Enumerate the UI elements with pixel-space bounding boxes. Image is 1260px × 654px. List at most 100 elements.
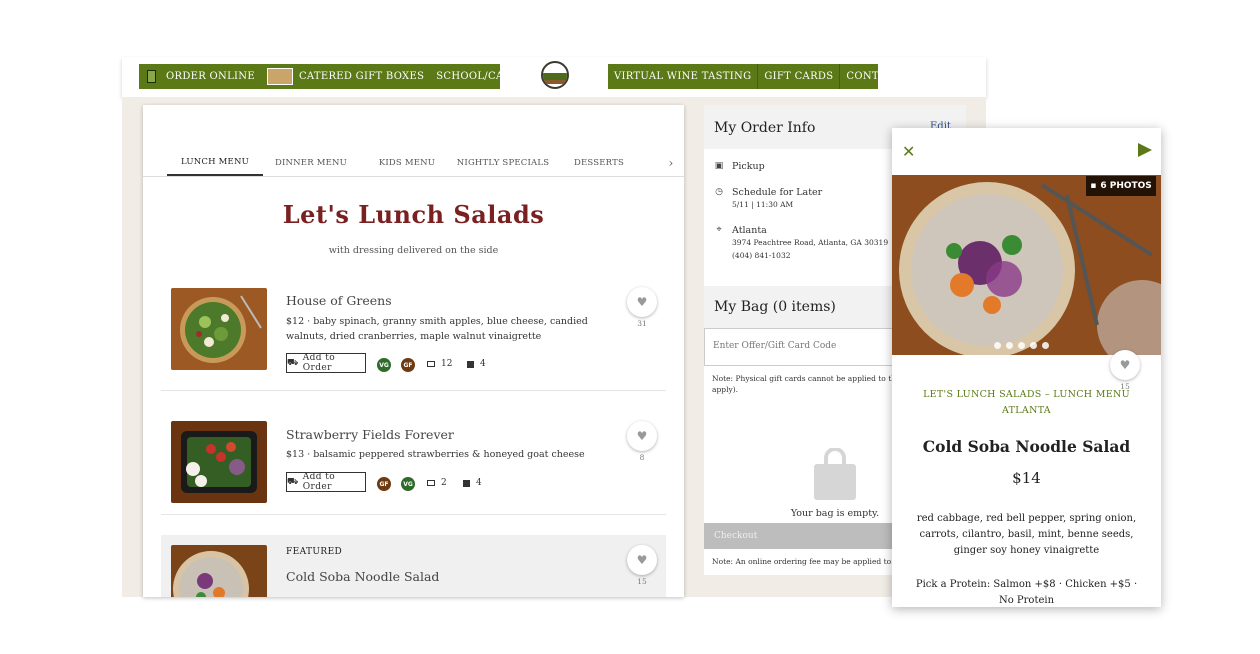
- heart-icon[interactable]: ♥: [627, 545, 657, 575]
- heart-icon[interactable]: ♥: [1110, 350, 1140, 380]
- favorite-control: ♥ 8: [627, 421, 657, 465]
- nav-gift-cards-label: GIFT CARDS: [764, 71, 834, 82]
- add-to-order-label: Add to Order: [302, 353, 336, 373]
- gluten-free-badge: GF: [401, 358, 415, 372]
- bag-icon: ▣: [714, 161, 724, 171]
- order-schedule: ◷ Schedule for Later 5/11 | 11:30 AM: [714, 187, 822, 211]
- menu-section-subtitle: with dressing delivered on the side: [328, 245, 499, 256]
- order-address: 3974 Peachtree Road, Atlanta, GA 30319: [732, 238, 889, 247]
- item-photo-carousel[interactable]: [892, 175, 1161, 355]
- item-category-label: LET'S LUNCH SALADS – LUNCH MENU: [923, 389, 1130, 400]
- item-name[interactable]: Strawberry Fields Forever: [286, 427, 454, 442]
- protein-none-option[interactable]: No Protein: [904, 593, 1149, 607]
- menu-card: LUNCH MENU DINNER MENU KIDS MENU NIGHTLY…: [143, 105, 684, 597]
- photos-count[interactable]: 4: [467, 359, 486, 369]
- order-info-title: My Order Info: [714, 120, 816, 136]
- protein-choice-list[interactable]: Salmon +$8 · Chicken +$5 ·: [993, 579, 1137, 590]
- comment-icon: [427, 480, 435, 486]
- nav-school-catering-label: SCHOOL/CATERING: [436, 71, 547, 82]
- add-to-order-label: Add to Order: [302, 472, 336, 492]
- cart-icon: ⛟: [287, 476, 299, 487]
- photos-count-label: 6 PHOTOS: [1100, 181, 1152, 191]
- reviews-count[interactable]: 12: [427, 359, 452, 369]
- nav-catered-gift-boxes[interactable]: CATERED GIFT BOXES: [261, 64, 430, 89]
- tab-lunch-menu[interactable]: LUNCH MENU: [167, 150, 263, 176]
- featured-item: FEATURED Cold Soba Noodle Salad ♥ 15: [161, 535, 666, 597]
- item-name[interactable]: House of Greens: [286, 293, 392, 308]
- add-to-order-button[interactable]: ⛟ Add to Order: [286, 472, 366, 492]
- menu-item: Strawberry Fields Forever $13 · balsamic…: [161, 418, 666, 518]
- nav-virtual-wine-tasting-label: VIRTUAL WINE TASTING: [614, 71, 752, 82]
- cold-soba-photo[interactable]: [171, 545, 267, 597]
- protein-options: Pick a Protein: Salmon +$8 · Chicken +$5…: [904, 577, 1149, 607]
- item-divider: [161, 514, 666, 515]
- menu-item: House of Greens $12 · baby spinach, gran…: [161, 285, 666, 395]
- send-icon[interactable]: [1138, 143, 1152, 157]
- nav-catered-gift-boxes-label: CATERED GIFT BOXES: [298, 71, 425, 82]
- comment-icon: [427, 361, 435, 367]
- favorite-count: 8: [639, 453, 645, 462]
- order-location-label: Atlanta: [732, 225, 767, 236]
- close-icon[interactable]: ✕: [902, 142, 915, 161]
- bag-title: My Bag (0 items): [714, 299, 836, 315]
- item-location-label: ATLANTA: [1002, 405, 1051, 416]
- item-detail-price: $14: [1012, 469, 1041, 487]
- restaurant-logo[interactable]: [541, 61, 569, 89]
- heart-icon[interactable]: ♥: [627, 421, 657, 451]
- order-schedule-time: 5/11 | 11:30 AM: [732, 200, 794, 209]
- item-detail-modal: ✕ ▪ 6 PHOTOS ♥ 15 LET'S LUNCH SALADS – L…: [892, 128, 1161, 607]
- nav-contact-us[interactable]: CONTACT US: [839, 64, 926, 89]
- photos-count-value: 4: [476, 478, 482, 488]
- top-navigation: ORDER ONLINE CATERED GIFT BOXES SCHOOL/C…: [122, 57, 986, 97]
- nav-right-group: VIRTUAL WINE TASTING GIFT CARDS CONTACT …: [608, 64, 920, 89]
- item-divider: [161, 390, 666, 391]
- item-description: $12 · baby spinach, granny smith apples,…: [286, 316, 588, 342]
- tab-nightly-specials[interactable]: NIGHTLY SPECIALS: [455, 150, 551, 176]
- carousel-dots: [994, 342, 1049, 349]
- vegetarian-badge: VG: [401, 477, 415, 491]
- protein-label: Pick a Protein:: [915, 579, 991, 590]
- heart-icon[interactable]: ♥: [627, 287, 657, 317]
- item-category: LET'S LUNCH SALADS – LUNCH MENU ATLANTA: [892, 387, 1161, 419]
- tab-desserts[interactable]: DESSERTS: [551, 150, 647, 176]
- nav-gift-cards[interactable]: GIFT CARDS: [757, 64, 839, 89]
- offer-code-placeholder: Enter Offer/Gift Card Code: [713, 341, 837, 351]
- clock-icon: ◷: [715, 187, 723, 197]
- photos-count-button[interactable]: ▪ 6 PHOTOS: [1086, 176, 1156, 196]
- nav-virtual-wine-tasting[interactable]: VIRTUAL WINE TASTING: [608, 64, 757, 89]
- clipboard-icon: [147, 70, 156, 83]
- tab-kids-menu[interactable]: KIDS MENU: [359, 150, 455, 176]
- photo-icon: [463, 479, 470, 487]
- order-schedule-label: Schedule for Later: [732, 187, 823, 198]
- carousel-dot[interactable]: [994, 342, 1001, 349]
- tab-dinner-menu[interactable]: DINNER MENU: [263, 150, 359, 176]
- reviews-count[interactable]: 2: [427, 478, 447, 488]
- strawberry-fields-photo[interactable]: [171, 421, 267, 503]
- chevron-right-icon[interactable]: ›: [663, 150, 679, 176]
- item-name[interactable]: Cold Soba Noodle Salad: [286, 569, 439, 584]
- carousel-dot[interactable]: [1018, 342, 1025, 349]
- menu-section-title: Let's Lunch Salads: [282, 200, 545, 229]
- gluten-free-badge: GF: [377, 477, 391, 491]
- order-method-label: Pickup: [732, 161, 765, 172]
- nav-order-online-label: ORDER ONLINE: [166, 71, 255, 82]
- item-detail-name: Cold Soba Noodle Salad: [922, 437, 1131, 456]
- item-description: $13 · balsamic peppered strawberries & h…: [286, 449, 585, 460]
- add-to-order-button[interactable]: ⛟ Add to Order: [286, 353, 366, 373]
- house-of-greens-photo[interactable]: [171, 288, 267, 370]
- favorite-control: ♥ 31: [627, 287, 657, 331]
- item-detail-description: red cabbage, red bell pepper, spring oni…: [916, 513, 1137, 556]
- photos-count[interactable]: 4: [463, 478, 482, 488]
- location-pin-icon: ⌖: [716, 225, 722, 235]
- photo-icon: [467, 360, 474, 368]
- favorite-count: 15: [637, 577, 647, 586]
- order-location: ⌖ Atlanta 3974 Peachtree Road, Atlanta, …: [714, 225, 888, 262]
- carousel-dot[interactable]: [1042, 342, 1049, 349]
- nav-order-online[interactable]: ORDER ONLINE: [139, 64, 261, 89]
- reviews-count-value: 12: [441, 359, 453, 369]
- nav-school-catering[interactable]: SCHOOL/CATERING: [430, 64, 553, 89]
- carousel-dot[interactable]: [1030, 342, 1037, 349]
- order-method: ▣ Pickup: [714, 161, 765, 172]
- carousel-dot[interactable]: [1006, 342, 1013, 349]
- featured-label: FEATURED: [286, 547, 343, 557]
